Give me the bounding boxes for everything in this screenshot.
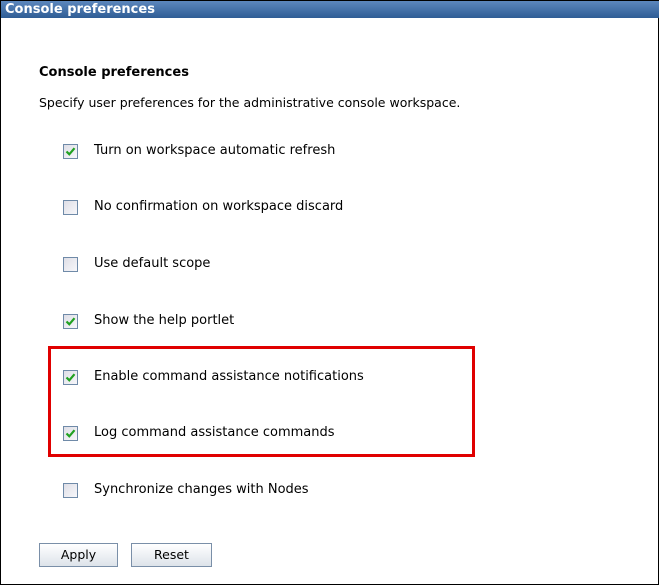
checkbox[interactable] <box>63 143 78 159</box>
pref-no-confirmation-discard[interactable]: No confirmation on workspace discard <box>63 197 343 217</box>
pref-workspace-auto-refresh[interactable]: Turn on workspace automatic refresh <box>63 141 335 161</box>
section-description: Specify user preferences for the adminis… <box>39 95 461 110</box>
pref-show-help-portlet[interactable]: Show the help portlet <box>63 311 234 331</box>
console-preferences-panel: Console preferences Console preferences … <box>0 0 659 585</box>
checkbox[interactable] <box>63 199 78 215</box>
pref-label: Use default scope <box>94 256 211 271</box>
checkbox[interactable] <box>63 256 78 272</box>
checkbox[interactable] <box>63 313 78 329</box>
reset-button[interactable]: Reset <box>131 543 212 567</box>
checkmark-icon <box>65 316 76 326</box>
pref-label: Show the help portlet <box>94 313 235 328</box>
pref-use-default-scope[interactable]: Use default scope <box>63 254 210 274</box>
pref-label: Turn on workspace automatic refresh <box>94 143 336 158</box>
section-heading: Console preferences <box>39 65 189 80</box>
panel-title-bar: Console preferences <box>1 1 659 18</box>
pref-label: No confirmation on workspace discard <box>94 199 344 214</box>
highlight-box <box>48 346 475 457</box>
pref-synchronize-nodes[interactable]: Synchronize changes with Nodes <box>63 480 309 500</box>
checkmark-icon <box>65 146 76 156</box>
apply-button[interactable]: Apply <box>39 543 118 567</box>
pref-label: Synchronize changes with Nodes <box>94 482 309 497</box>
checkbox[interactable] <box>63 482 78 498</box>
